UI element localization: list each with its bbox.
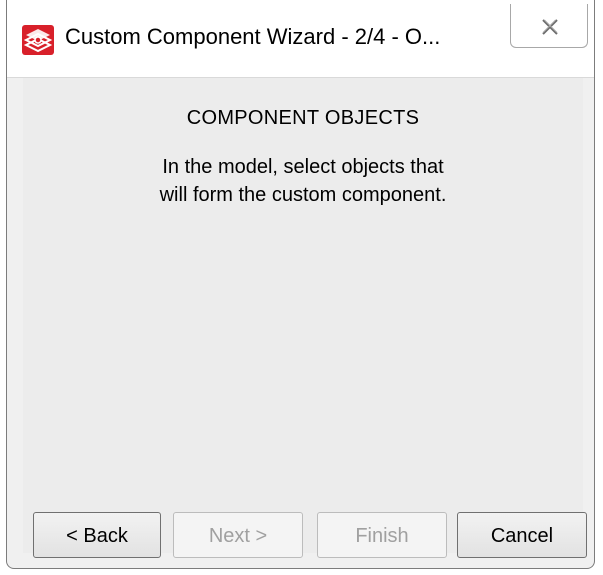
instruction-text-line-2: will form the custom component.: [159, 184, 447, 206]
finish-button[interactable]: Finish: [317, 512, 447, 558]
next-button[interactable]: Next >: [173, 512, 303, 558]
window-title: Custom Component Wizard - 2/4 - O...: [65, 24, 441, 49]
title-bar[interactable]: Custom Component Wizard - 2/4 - O...: [7, 0, 594, 78]
wizard-page: COMPONENT OBJECTS In the model, select o…: [23, 78, 587, 558]
close-icon: [542, 19, 558, 35]
custom-component-app-icon: [22, 25, 54, 55]
cancel-button[interactable]: Cancel: [457, 512, 587, 558]
wizard-dialog: Custom Component Wizard - 2/4 - O... COM…: [6, 0, 595, 569]
back-button[interactable]: < Back: [33, 512, 161, 558]
page-heading: COMPONENT OBJECTS: [186, 107, 420, 129]
close-button[interactable]: [510, 4, 588, 48]
instruction-text-line-1: In the model, select objects that: [162, 156, 444, 178]
